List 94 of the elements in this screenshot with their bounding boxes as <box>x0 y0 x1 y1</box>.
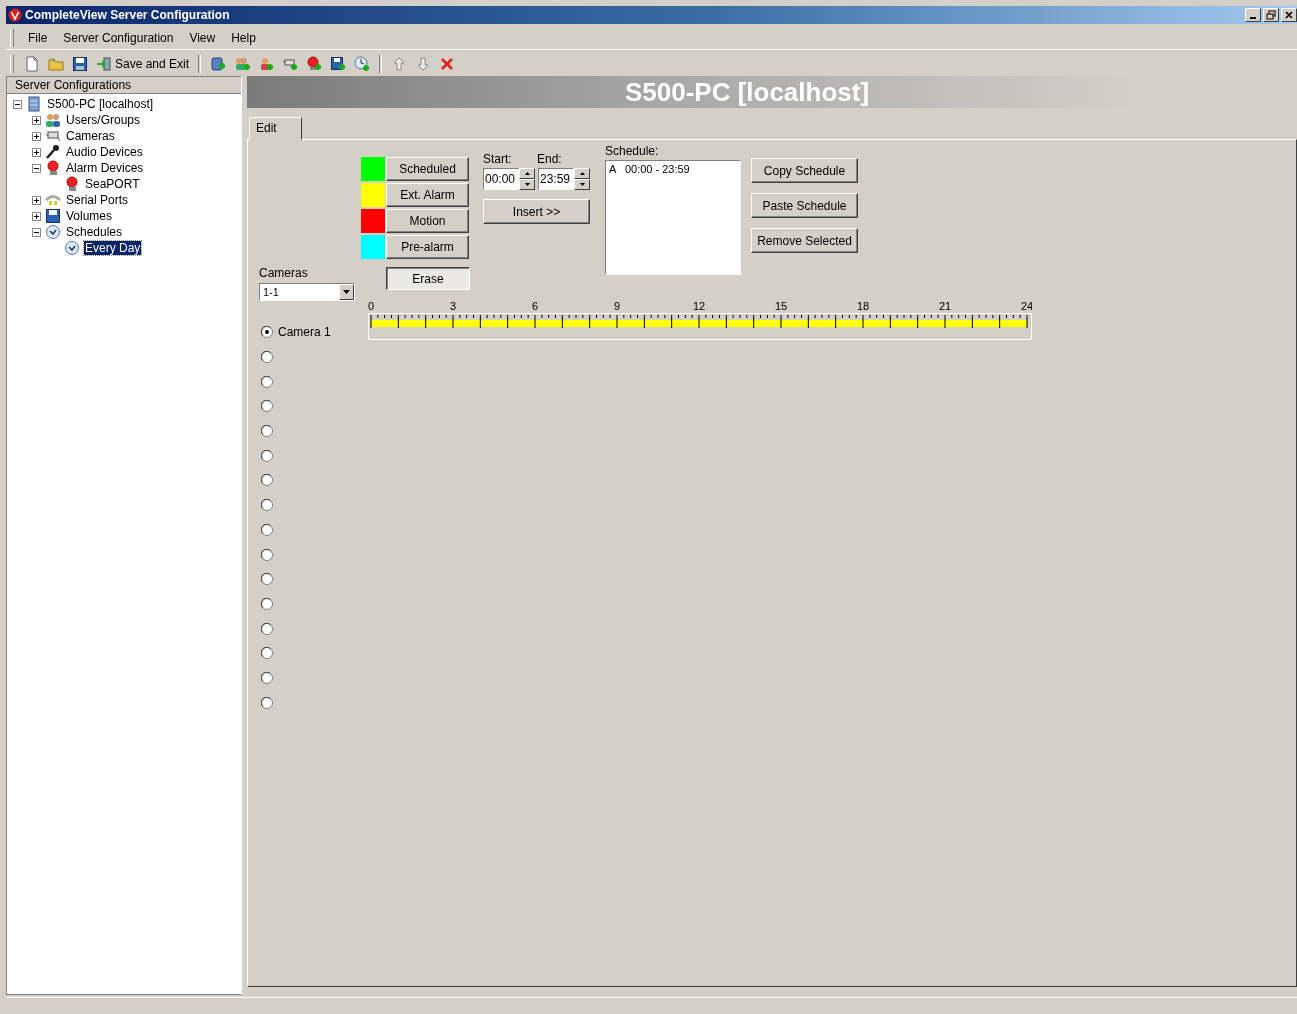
insert-button[interactable]: Insert >> <box>483 199 590 224</box>
tree-item[interactable]: Users/Groups <box>65 113 142 127</box>
add-database-icon[interactable] <box>210 56 227 72</box>
camera-icon <box>45 128 61 144</box>
spin-up-icon[interactable] <box>524 172 530 175</box>
end-time-field[interactable]: 23:59 <box>538 168 574 190</box>
save-icon[interactable] <box>72 56 88 72</box>
tree-item[interactable]: Cameras <box>65 129 116 143</box>
users-icon <box>45 112 61 128</box>
hour-label: 15 <box>774 300 788 312</box>
tab[interactable]: Edit <box>249 117 302 140</box>
expand-icon[interactable] <box>32 147 41 157</box>
app-logo-icon <box>8 8 22 22</box>
hour-label: 9 <box>613 300 621 312</box>
radio-button[interactable] <box>261 449 273 462</box>
brush-button[interactable]: Motion <box>386 209 469 233</box>
menu-item[interactable]: View <box>181 29 224 47</box>
radio-button[interactable] <box>261 400 273 413</box>
expand-icon[interactable] <box>32 115 41 125</box>
tree-item[interactable]: Schedules <box>65 225 124 239</box>
hour-label: 24 <box>1020 300 1032 312</box>
add-user-icon[interactable] <box>258 56 275 72</box>
menu-item[interactable]: Help <box>223 29 264 47</box>
hour-label: 12 <box>692 300 706 312</box>
radio-button[interactable] <box>261 499 273 512</box>
menu-item[interactable]: Server Configuration <box>55 29 182 47</box>
action-button[interactable]: Paste Schedule <box>751 193 858 218</box>
camera-dropdown[interactable]: 1-1 <box>259 283 355 301</box>
hour-label: 0 <box>368 300 375 312</box>
start-time-field[interactable]: 00:00 <box>483 168 519 190</box>
radio-button[interactable] <box>261 548 273 561</box>
exit-door-icon <box>96 56 112 72</box>
radio-button[interactable] <box>261 474 273 487</box>
action-button[interactable]: Remove Selected <box>751 228 858 253</box>
radio-button[interactable] <box>261 425 273 438</box>
tree-item[interactable]: Audio Devices <box>65 145 144 159</box>
spin-up-icon[interactable] <box>579 172 585 175</box>
window-title: CompleteView Server Configuration <box>25 8 231 22</box>
radio-button[interactable] <box>261 351 273 364</box>
save-and-exit-button[interactable]: Save and Exit <box>94 54 192 74</box>
alarm-light-icon <box>64 176 80 192</box>
tree-item[interactable]: S500-PC [localhost] <box>46 97 155 111</box>
hour-label: 18 <box>856 300 870 312</box>
add-volume-icon[interactable] <box>330 56 347 72</box>
radio-button[interactable] <box>261 647 273 660</box>
hour-label: 21 <box>938 300 952 312</box>
panel-header: Server Configurations <box>7 77 241 94</box>
clock-icon <box>45 224 61 240</box>
cable-icon <box>45 192 61 208</box>
schedule-list[interactable]: A 00:00 - 23:59 <box>605 160 741 275</box>
menu-item[interactable]: File <box>20 29 56 47</box>
tree-item[interactable]: Alarm Devices <box>65 161 145 175</box>
tree-item[interactable]: Every Day <box>84 241 142 255</box>
collapse-icon[interactable] <box>32 163 41 173</box>
expand-icon[interactable] <box>32 195 41 205</box>
field-label: End: <box>537 152 563 168</box>
tree-item[interactable]: Volumes <box>65 209 114 223</box>
action-button[interactable]: Copy Schedule <box>751 158 858 183</box>
expand-icon[interactable] <box>32 131 41 141</box>
hour-label: 6 <box>531 300 539 312</box>
radio-button[interactable] <box>261 375 273 388</box>
spin-down-icon[interactable] <box>579 183 585 186</box>
brush-button[interactable]: Scheduled <box>386 157 469 181</box>
clock-icon <box>64 240 80 256</box>
brush-button[interactable]: Pre-alarm <box>386 235 469 259</box>
erase-button[interactable]: Erase <box>386 267 470 290</box>
field-label: Start: <box>483 152 513 168</box>
field-label: Cameras <box>259 266 309 280</box>
alarm-light-icon <box>45 160 61 176</box>
radio-button[interactable] <box>261 523 273 536</box>
radio-button[interactable] <box>261 597 273 610</box>
radio-label: Camera 1 <box>278 325 331 340</box>
radio-button[interactable] <box>261 326 273 339</box>
tree-item[interactable]: Serial Ports <box>65 193 130 207</box>
server-icon <box>26 96 42 112</box>
radio-button[interactable] <box>261 696 273 709</box>
add-schedule-icon[interactable] <box>354 56 371 72</box>
new-document-icon[interactable] <box>24 56 40 72</box>
hour-label: 3 <box>449 300 457 312</box>
tree-item[interactable]: SeaPORT <box>84 177 141 191</box>
brush-button[interactable]: Ext. Alarm <box>386 183 469 207</box>
collapse-icon[interactable] <box>32 227 41 237</box>
list-item[interactable]: A 00:00 - 23:59 <box>609 163 737 175</box>
field-label: Schedule: <box>605 144 660 158</box>
collapse-icon[interactable] <box>13 99 22 109</box>
expand-icon[interactable] <box>32 211 41 221</box>
dropdown-arrow-icon <box>343 290 350 294</box>
radio-button[interactable] <box>261 671 273 684</box>
microphone-icon <box>45 144 61 160</box>
radio-button[interactable] <box>261 573 273 586</box>
spin-down-icon[interactable] <box>524 183 530 186</box>
delete-icon[interactable] <box>439 56 456 72</box>
add-alarm-icon[interactable] <box>306 56 323 72</box>
radio-button[interactable] <box>261 622 273 635</box>
